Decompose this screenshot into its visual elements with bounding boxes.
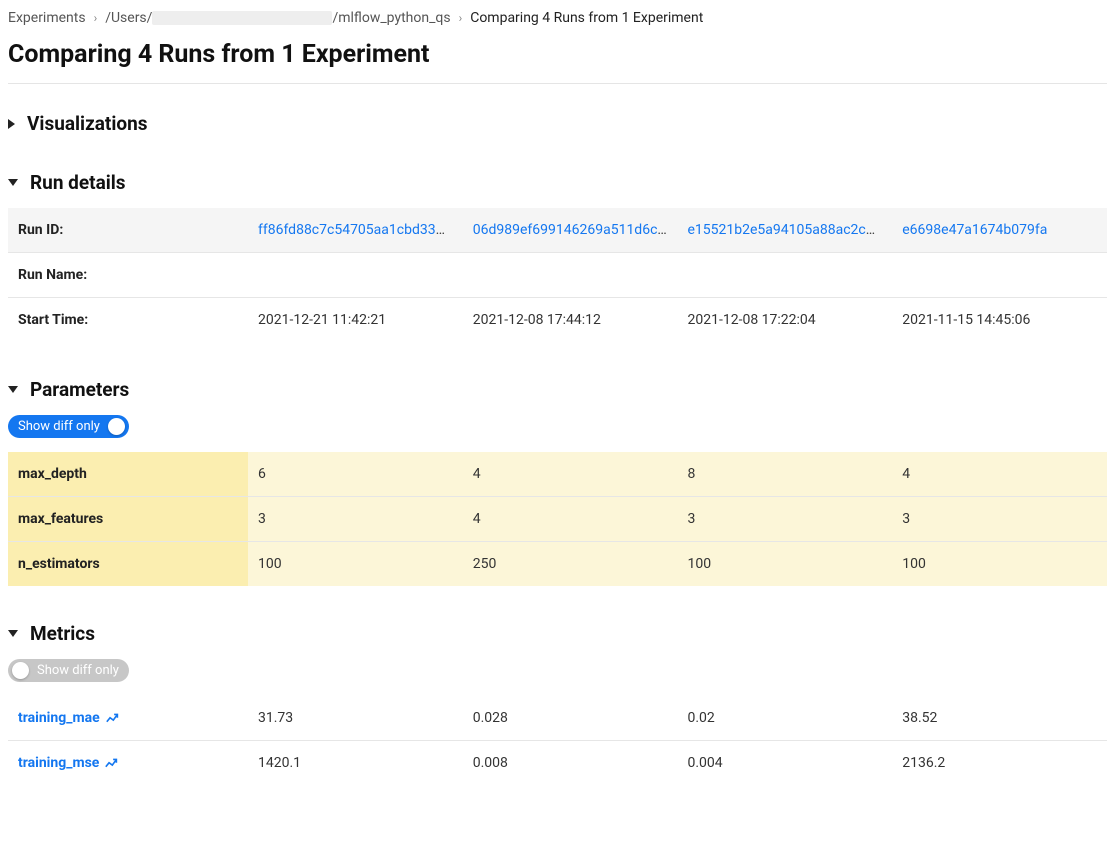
metric-value: 0.004 [678, 741, 893, 786]
metrics-table: training_mae 31.73 0.028 0.02 38.52 trai… [8, 696, 1107, 785]
section-title: Run details [30, 171, 126, 194]
section-title: Visualizations [27, 112, 148, 135]
chart-icon [105, 757, 118, 770]
toggle-knob [12, 662, 29, 679]
section-header-visualizations[interactable]: Visualizations [8, 112, 1107, 135]
metric-link[interactable]: training_mse [18, 755, 118, 771]
param-value: 3 [892, 497, 1107, 542]
caret-down-icon [8, 630, 18, 637]
breadcrumb-path-prefix: /Users/ [105, 10, 152, 26]
row-run-id: Run ID: ff86fd88c7c54705aa1cbd339... 06d… [8, 208, 1107, 253]
section-run-details: Run details Run ID: ff86fd88c7c54705aa1c… [8, 171, 1107, 342]
metric-value: 38.52 [892, 696, 1107, 741]
metric-value: 2136.2 [892, 741, 1107, 786]
breadcrumb-current: Comparing 4 Runs from 1 Experiment [470, 10, 703, 26]
metric-name-cell: training_mse [8, 741, 248, 786]
section-header-metrics[interactable]: Metrics [8, 622, 1107, 645]
page-title: Comparing 4 Runs from 1 Experiment [8, 36, 1107, 83]
param-value: 4 [892, 452, 1107, 497]
breadcrumb-path[interactable]: /Users/ /mlflow_python_qs [105, 10, 450, 26]
run-details-table: Run ID: ff86fd88c7c54705aa1cbd339... 06d… [8, 208, 1107, 342]
metric-value: 0.028 [463, 696, 678, 741]
param-name: max_features [8, 497, 248, 542]
run-id-link[interactable]: 06d989ef699146269a511d6c... [473, 222, 669, 238]
metric-row: training_mse 1420.1 0.008 0.004 2136.2 [8, 741, 1107, 786]
param-row: max_depth 6 4 8 4 [8, 452, 1107, 497]
run-id-link[interactable]: e6698e47a1674b079fa [902, 222, 1047, 238]
param-value: 4 [463, 497, 678, 542]
parameters-table: max_depth 6 4 8 4 max_features 3 4 3 3 n… [8, 452, 1107, 586]
param-value: 8 [678, 452, 893, 497]
metric-value: 0.008 [463, 741, 678, 786]
param-name: n_estimators [8, 542, 248, 587]
section-title: Metrics [30, 622, 95, 645]
caret-down-icon [8, 386, 18, 393]
metric-name: training_mae [18, 710, 100, 726]
start-time-cell: 2021-12-08 17:22:04 [678, 298, 893, 343]
run-name-cell [463, 253, 678, 298]
param-name: max_depth [8, 452, 248, 497]
chart-icon [106, 712, 119, 725]
metric-link[interactable]: training_mae [18, 710, 119, 726]
run-name-cell [678, 253, 893, 298]
metric-value: 0.02 [678, 696, 893, 741]
metric-name-cell: training_mae [8, 696, 248, 741]
row-label: Start Time: [8, 298, 248, 343]
row-label: Run ID: [8, 208, 248, 253]
section-parameters: Parameters Show diff only max_depth 6 4 … [8, 378, 1107, 586]
start-time-cell: 2021-11-15 14:45:06 [892, 298, 1107, 343]
section-header-run-details[interactable]: Run details [8, 171, 1107, 194]
param-row: n_estimators 100 250 100 100 [8, 542, 1107, 587]
section-visualizations: Visualizations [8, 112, 1107, 135]
toggle-knob [108, 418, 125, 435]
run-name-cell [892, 253, 1107, 298]
metric-value: 31.73 [248, 696, 463, 741]
param-value: 6 [248, 452, 463, 497]
run-id-link[interactable]: ff86fd88c7c54705aa1cbd339... [258, 222, 455, 238]
row-run-name: Run Name: [8, 253, 1107, 298]
caret-right-icon [8, 119, 15, 129]
toggle-label: Show diff only [37, 663, 119, 678]
param-value: 4 [463, 452, 678, 497]
row-start-time: Start Time: 2021-12-21 11:42:21 2021-12-… [8, 298, 1107, 343]
section-header-parameters[interactable]: Parameters [8, 378, 1107, 401]
show-diff-only-toggle[interactable]: Show diff only [8, 659, 129, 682]
breadcrumb: Experiments › /Users/ /mlflow_python_qs ›… [8, 8, 1107, 36]
run-id-link[interactable]: e15521b2e5a94105a88ac2c0... [688, 222, 885, 238]
row-label: Run Name: [8, 253, 248, 298]
start-time-cell: 2021-12-21 11:42:21 [248, 298, 463, 343]
param-value: 3 [678, 497, 893, 542]
metric-value: 1420.1 [248, 741, 463, 786]
caret-down-icon [8, 179, 18, 186]
param-row: max_features 3 4 3 3 [8, 497, 1107, 542]
metric-name: training_mse [18, 755, 99, 771]
toggle-label: Show diff only [18, 419, 100, 434]
run-name-cell [248, 253, 463, 298]
breadcrumb-path-suffix: /mlflow_python_qs [332, 10, 450, 26]
chevron-right-icon: › [94, 11, 98, 25]
show-diff-only-toggle[interactable]: Show diff only [8, 415, 129, 438]
section-title: Parameters [30, 378, 129, 401]
divider [8, 83, 1107, 84]
param-value: 100 [678, 542, 893, 587]
chevron-right-icon: › [459, 11, 463, 25]
param-value: 250 [463, 542, 678, 587]
metric-row: training_mae 31.73 0.028 0.02 38.52 [8, 696, 1107, 741]
start-time-cell: 2021-12-08 17:44:12 [463, 298, 678, 343]
redacted-user [152, 11, 332, 25]
param-value: 100 [248, 542, 463, 587]
breadcrumb-root[interactable]: Experiments [8, 10, 86, 26]
param-value: 100 [892, 542, 1107, 587]
section-metrics: Metrics Show diff only training_mae 31.7… [8, 622, 1107, 785]
param-value: 3 [248, 497, 463, 542]
